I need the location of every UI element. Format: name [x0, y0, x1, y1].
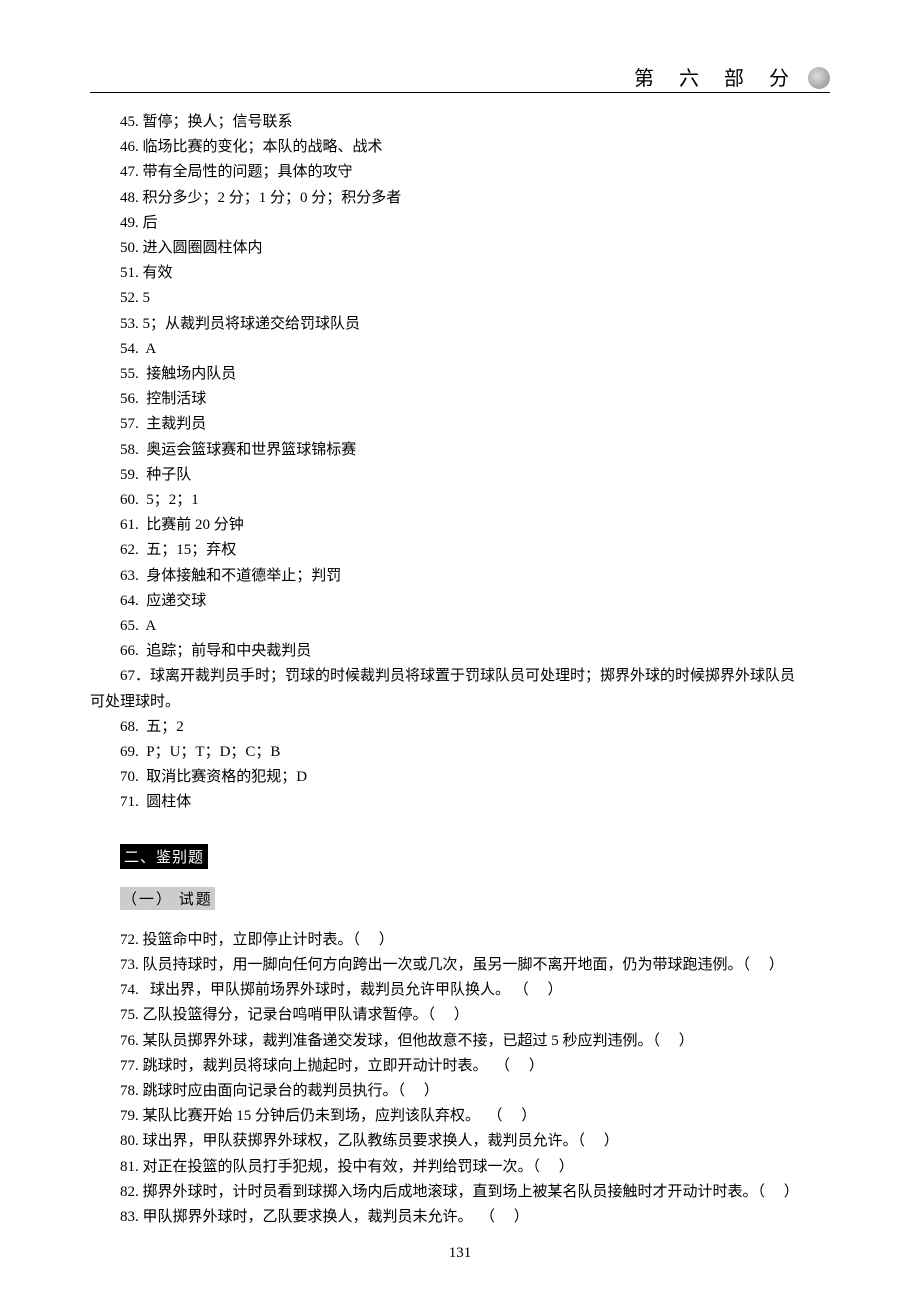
- question-item-0: 72. 投篮命中时，立即停止计时表。（ ）: [90, 928, 830, 953]
- question-item-7: 79. 某队比赛开始 15 分钟后仍未到场，应判该队弃权。 （ ）: [90, 1104, 830, 1129]
- question-item-10: 82. 掷界外球时，计时员看到球掷入场内后成地滚球，直到场上被某名队员接触时才开…: [90, 1180, 830, 1205]
- answer-item-14: 59. 种子队: [90, 463, 830, 488]
- answers-list-b: 68. 五；269. P；U；T；D；C；B70. 取消比赛资格的犯规；D71.…: [90, 715, 830, 816]
- answer-item-3: 48. 积分多少；2 分；1 分；0 分；积分多者: [90, 186, 830, 211]
- questions-list: 72. 投篮命中时，立即停止计时表。（ ）73. 队员持球时，用一脚向任何方向跨…: [90, 928, 830, 1230]
- answer-item-19: 64. 应递交球: [90, 589, 830, 614]
- answer-item-1: 46. 临场比赛的变化；本队的战略、战术: [90, 135, 830, 160]
- answer-item-8: 53. 5；从裁判员将球递交给罚球队员: [90, 312, 830, 337]
- answer-item-b-2: 70. 取消比赛资格的犯规；D: [90, 765, 830, 790]
- section-heading: 二、鉴别题: [120, 844, 208, 869]
- answer-item-4: 49. 后: [90, 211, 830, 236]
- answer-item-21: 66. 追踪；前导和中央裁判员: [90, 639, 830, 664]
- subsection-heading: （一） 试题: [120, 887, 215, 910]
- answer-item-2: 47. 带有全局性的问题；具体的攻守: [90, 160, 830, 185]
- question-item-8: 80. 球出界，甲队获掷界外球权，乙队教练员要求换人，裁判员允许。（ ）: [90, 1129, 830, 1154]
- answer-item-16: 61. 比赛前 20 分钟: [90, 513, 830, 538]
- answer-item-12: 57. 主裁判员: [90, 412, 830, 437]
- answer-item-11: 56. 控制活球: [90, 387, 830, 412]
- answer-item-9: 54. A: [90, 337, 830, 362]
- header-rule: [90, 92, 830, 93]
- answer-item-10: 55. 接触场内队员: [90, 362, 830, 387]
- sphere-icon: [808, 67, 830, 89]
- answer-item-18: 63. 身体接触和不道德举止；判罚: [90, 564, 830, 589]
- answer-item-6: 51. 有效: [90, 261, 830, 286]
- answer-item-20: 65. A: [90, 614, 830, 639]
- page-number: 131: [0, 1245, 920, 1262]
- page-content: 45. 暂停；换人；信号联系46. 临场比赛的变化；本队的战略、战术47. 带有…: [90, 110, 830, 1230]
- answer-item-17: 62. 五；15；弃权: [90, 538, 830, 563]
- answer-item-b-1: 69. P；U；T；D；C；B: [90, 740, 830, 765]
- header-title: 第 六 部 分: [634, 68, 799, 90]
- question-item-4: 76. 某队员掷界外球，裁判准备递交发球，但他故意不接，已超过 5 秒应判违例。…: [90, 1029, 830, 1054]
- question-item-3: 75. 乙队投篮得分，记录台鸣哨甲队请求暂停。（ ）: [90, 1003, 830, 1028]
- answer-item-67-line1: 67．球离开裁判员手时；罚球的时候裁判员将球置于罚球队员可处理时；掷界外球的时候…: [90, 664, 830, 689]
- question-item-2: 74. 球出界，甲队掷前场界外球时，裁判员允许甲队换人。 （ ）: [90, 978, 830, 1003]
- question-item-9: 81. 对正在投篮的队员打手犯规，投中有效，并判给罚球一次。（ ）: [90, 1155, 830, 1180]
- question-item-1: 73. 队员持球时，用一脚向任何方向跨出一次或几次，虽另一脚不离开地面，仍为带球…: [90, 953, 830, 978]
- question-item-5: 77. 跳球时，裁判员将球向上抛起时，立即开动计时表。 （ ）: [90, 1054, 830, 1079]
- page-header: 第 六 部 分: [634, 62, 830, 91]
- question-item-6: 78. 跳球时应由面向记录台的裁判员执行。（ ）: [90, 1079, 830, 1104]
- answers-list: 45. 暂停；换人；信号联系46. 临场比赛的变化；本队的战略、战术47. 带有…: [90, 110, 830, 664]
- answer-item-5: 50. 进入圆圈圆柱体内: [90, 236, 830, 261]
- answer-item-b-3: 71. 圆柱体: [90, 790, 830, 815]
- question-item-11: 83. 甲队掷界外球时，乙队要求换人，裁判员未允许。 （ ）: [90, 1205, 830, 1230]
- answer-item-0: 45. 暂停；换人；信号联系: [90, 110, 830, 135]
- answer-item-67-line2: 可处理球时。: [90, 690, 830, 715]
- answer-item-b-0: 68. 五；2: [90, 715, 830, 740]
- subsection-heading-row: （一） 试题: [120, 887, 830, 910]
- answer-item-13: 58. 奥运会篮球赛和世界篮球锦标赛: [90, 438, 830, 463]
- section-heading-row: 二、鉴别题: [120, 844, 830, 869]
- answer-item-7: 52. 5: [90, 286, 830, 311]
- answer-item-15: 60. 5；2；1: [90, 488, 830, 513]
